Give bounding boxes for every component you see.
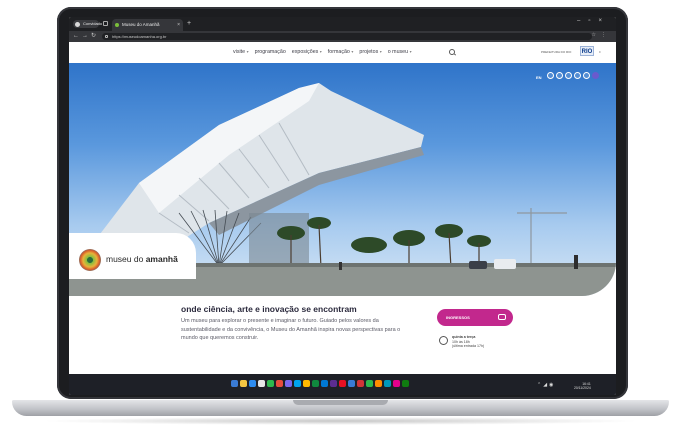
reload-icon[interactable]: ↻ (91, 32, 96, 41)
hero-image: EN museu do amanhã (69, 63, 616, 296)
taskbar-app-icon[interactable] (240, 380, 247, 387)
accessibility-toolbar (547, 72, 599, 79)
browser-menu-icon[interactable]: ☆⋮ (592, 32, 611, 38)
nav-label: formação (327, 49, 350, 55)
nav-label: exposições (291, 49, 319, 55)
taskbar-clock[interactable]: 16:41 20/11/2024 (574, 382, 591, 390)
profile-label: Convidado (83, 21, 103, 26)
new-tab-button[interactable]: + (187, 19, 191, 29)
taskbar-app-icon[interactable] (249, 380, 256, 387)
audio-description-icon[interactable] (547, 72, 554, 79)
browser-tab-bar: Convidado Museu do Amanhã × + –▫× (69, 17, 616, 31)
taskbar-app-icon[interactable] (393, 380, 400, 387)
brand-name: amanhã (145, 254, 178, 264)
tickets-button[interactable]: INGRESSOS (437, 309, 513, 326)
taskbar-app-icon[interactable] (348, 380, 355, 387)
sign-language-icon[interactable] (556, 72, 563, 79)
brand-logo-card[interactable]: museu do amanhã (69, 233, 196, 279)
window-controls[interactable]: –▫× (577, 18, 610, 24)
nav-item-visite[interactable]: visite ▾ (233, 49, 249, 55)
main-nav: visite ▾ programação exposições ▾ formaç… (233, 49, 412, 55)
clock-date: 20/11/2024 (574, 386, 591, 390)
site-header: visite ▾ programação exposições ▾ formaç… (69, 42, 616, 63)
taskbar-app-icon[interactable] (285, 380, 292, 387)
menu-icon[interactable]: ≡ (599, 50, 601, 54)
taskbar-app-icon[interactable] (330, 380, 337, 387)
favicon-icon (115, 23, 119, 27)
back-icon[interactable]: ← (73, 32, 79, 41)
page-headline: onde ciência, arte e inovação se encontr… (181, 304, 357, 314)
tab-close-icon[interactable]: × (177, 19, 180, 31)
windows-taskbar: ⌃◢◉ 16:41 20/11/2024 (69, 374, 616, 395)
prefeitura-label: PREFEITURA DO RIO (541, 50, 572, 54)
nav-item-o-museu[interactable]: o museu ▾ (388, 49, 412, 55)
taskbar-app-icon[interactable] (276, 380, 283, 387)
url-field[interactable]: https://museudoamanha.org.br (102, 33, 592, 40)
nav-label: projetos (359, 49, 379, 55)
taskbar-app-icon[interactable] (384, 380, 391, 387)
nav-label: programação (254, 49, 286, 55)
url-text: https://museudoamanha.org.br (112, 34, 167, 39)
taskbar-app-icon[interactable] (339, 380, 346, 387)
language-toggle[interactable]: EN (536, 75, 542, 80)
taskbar-app-icon[interactable] (366, 380, 373, 387)
brand-prefix: museu do (106, 254, 146, 264)
tickets-label: INGRESSOS (446, 315, 470, 320)
forward-icon[interactable]: → (82, 32, 88, 41)
taskbar-app-icon[interactable] (321, 380, 328, 387)
lock-icon (105, 34, 108, 38)
hours-note: (última entrada 17h) (452, 344, 485, 349)
laptop-screen: Convidado Museu do Amanhã × + –▫× ← → ↻ … (69, 17, 616, 395)
taskbar-app-icon[interactable] (402, 380, 409, 387)
font-size-icon[interactable] (574, 72, 581, 79)
tab-title: Museu do Amanhã (122, 22, 160, 27)
opening-hours: quinta a terça 10h às 18h (última entrad… (452, 335, 484, 349)
taskbar-app-icon[interactable] (375, 380, 382, 387)
rio-logo[interactable]: RIO (580, 46, 594, 56)
brand-wordmark: museu do amanhã (106, 254, 178, 264)
chevron-down-icon: ▾ (246, 49, 249, 54)
accessibility-icon[interactable] (592, 72, 599, 79)
profile-icon (75, 21, 80, 27)
chevron-down-icon: ▾ (319, 49, 322, 54)
taskbar-app-icon[interactable] (357, 380, 364, 387)
browser-address-bar: ← → ↻ https://museudoamanha.org.br ☆⋮ (69, 31, 616, 42)
laptop-shadow (40, 417, 641, 425)
nav-item-projetos[interactable]: projetos ▾ (359, 49, 381, 55)
taskbar-app-icon[interactable] (294, 380, 301, 387)
nav-item-programacao[interactable]: programação (255, 49, 286, 55)
nav-label: visite (233, 49, 246, 55)
system-tray-icons[interactable]: ⌃◢◉ (537, 382, 555, 388)
taskbar-app-icon[interactable] (312, 380, 319, 387)
start-menu-icon[interactable] (231, 380, 238, 387)
search-icon[interactable] (449, 49, 455, 55)
intro-paragraph: Um museu para explorar o presente e imag… (181, 318, 401, 341)
chevron-down-icon: ▾ (351, 49, 354, 54)
nav-item-formacao[interactable]: formação ▾ (328, 49, 354, 55)
chevron-down-icon: ▾ (379, 49, 382, 54)
tab-actions-icon[interactable] (103, 21, 108, 26)
taskbar-app-icon[interactable] (303, 380, 310, 387)
taskbar-app-icons (231, 380, 409, 387)
taskbar-app-icon[interactable] (267, 380, 274, 387)
laptop-notch (293, 400, 388, 405)
ticket-icon (498, 314, 506, 320)
taskbar-app-icon[interactable] (258, 380, 265, 387)
clock-icon (439, 336, 448, 345)
browser-tab[interactable]: Museu do Amanhã × (112, 19, 183, 31)
profile-button[interactable]: Convidado (73, 20, 103, 28)
nav-label: o museu (387, 49, 409, 55)
nav-item-exposicoes[interactable]: exposições ▾ (292, 49, 322, 55)
braille-icon[interactable] (583, 72, 590, 79)
contrast-icon[interactable] (565, 72, 572, 79)
museum-logo-icon (79, 249, 101, 271)
chevron-down-icon: ▾ (409, 49, 412, 54)
